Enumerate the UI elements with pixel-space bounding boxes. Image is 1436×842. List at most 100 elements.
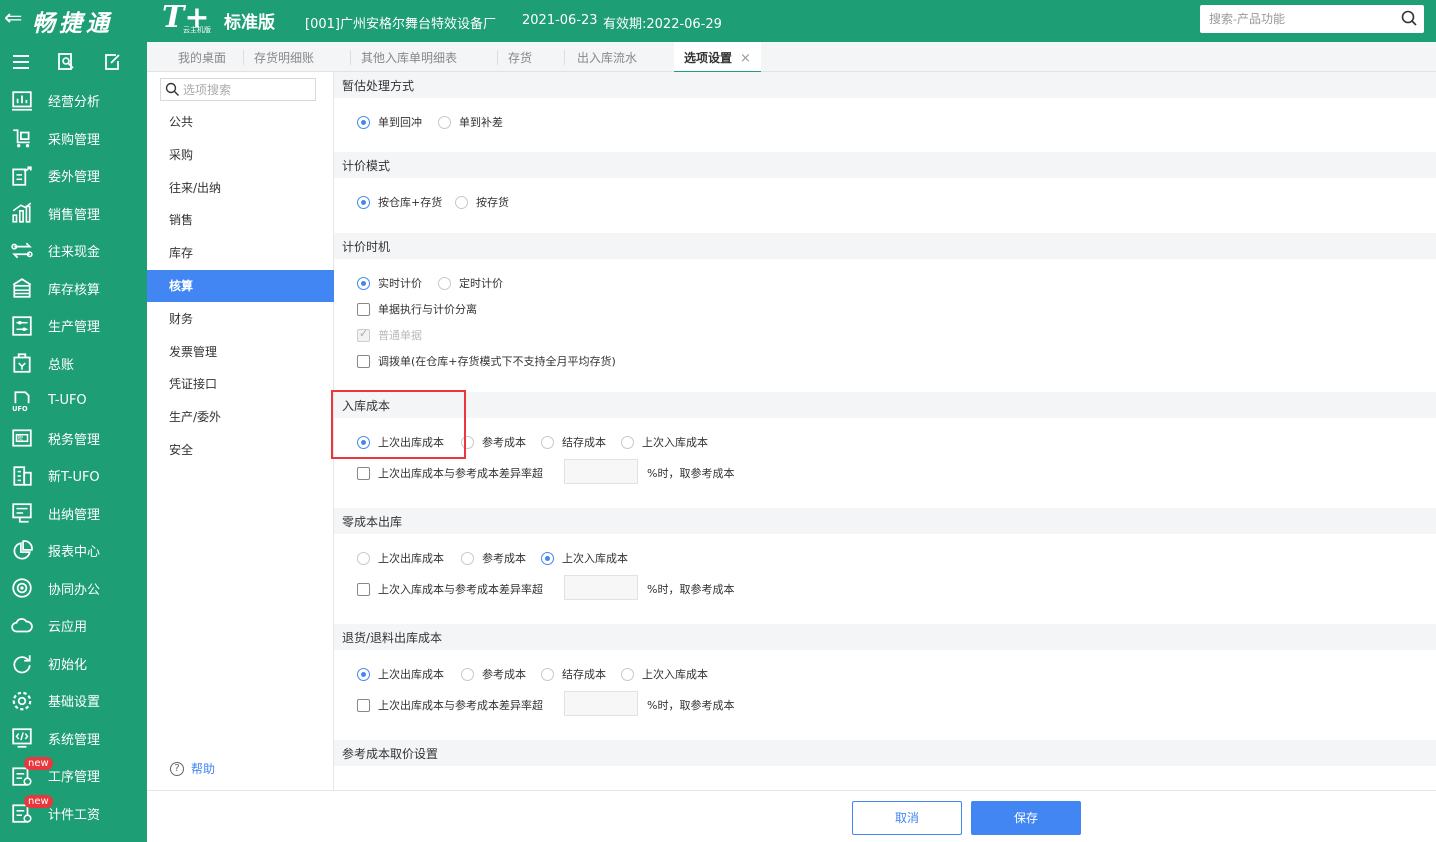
checkbox-return-diff[interactable]: 上次出库成本与参考成本差异率超 <box>357 697 543 713</box>
options-nav-item[interactable]: 公共 <box>147 106 334 138</box>
zero-diff-rate-input[interactable] <box>564 575 638 600</box>
product-search-input[interactable] <box>1200 5 1390 33</box>
radio-indicator <box>357 276 370 290</box>
sidebar-item[interactable]: 计件工资 new <box>0 794 147 833</box>
options-nav-item[interactable]: 财务 <box>147 303 334 335</box>
edit-doc-icon[interactable] <box>103 53 121 71</box>
sidebar-item[interactable]: 生产管理 <box>0 307 147 345</box>
sidebar-item[interactable]: 采购管理 <box>0 120 147 158</box>
sidebar-item[interactable]: 新T-UFO <box>0 457 147 495</box>
sidebar-item[interactable]: 经营分析 <box>0 82 147 120</box>
radio-time-scheduled[interactable]: 定时计价 <box>438 275 503 291</box>
radio-inbound-last-in[interactable]: 上次入库成本 <box>621 434 708 450</box>
inbound-diff-rate-input[interactable] <box>564 459 638 484</box>
sidebar-item[interactable]: 库存核算 <box>0 270 147 308</box>
menu-icon[interactable] <box>12 54 30 70</box>
sidebar-item[interactable]: 初始化 <box>0 645 147 683</box>
help-link[interactable]: ? 帮助 <box>170 760 215 777</box>
radio-estimate-diff[interactable]: 单到补差 <box>438 114 503 130</box>
sidebar-item[interactable]: UFO T-UFO <box>0 382 147 420</box>
save-button[interactable]: 保存 <box>971 801 1081 835</box>
return-diff-rate-input[interactable] <box>564 691 638 716</box>
radio-return-last-in[interactable]: 上次入库成本 <box>621 666 708 682</box>
edition-label: 标准版 <box>224 13 275 33</box>
option-search-input[interactable] <box>183 81 308 99</box>
search-doc-icon[interactable] <box>57 53 75 71</box>
tab-other-inbound[interactable]: 其他入库单明细表 <box>361 42 457 72</box>
radio-indicator <box>461 667 474 681</box>
radio-zero-last-out[interactable]: 上次出库成本 <box>357 550 444 566</box>
radio-label: 上次出库成本 <box>378 668 444 681</box>
sidebar-item[interactable]: 出纳管理 <box>0 495 147 533</box>
tab-desktop[interactable]: 我的桌面 <box>178 42 226 72</box>
sidebar-item-label: 计件工资 <box>48 807 101 823</box>
sidebar-item[interactable]: 税 税务管理 <box>0 420 147 458</box>
radio-inbound-last-out[interactable]: 上次出库成本 <box>357 434 444 450</box>
new-badge: new <box>24 757 53 770</box>
options-nav-item[interactable]: 安全 <box>147 434 334 466</box>
sidebar-item[interactable]: 云应用 <box>0 607 147 645</box>
radio-zero-last-in[interactable]: 上次入库成本 <box>541 550 628 566</box>
tab-separator <box>350 50 351 65</box>
radio-label: 结存成本 <box>562 668 606 681</box>
radio-label: 上次出库成本 <box>378 552 444 565</box>
close-icon[interactable]: × <box>740 51 751 66</box>
tab-separator <box>564 50 565 65</box>
options-nav-item[interactable]: 核算 <box>147 270 334 302</box>
checkbox-inbound-diff[interactable]: 上次出库成本与参考成本差异率超 <box>357 465 543 481</box>
radio-inbound-reference[interactable]: 参考成本 <box>461 434 526 450</box>
radio-label: 参考成本 <box>482 552 526 565</box>
radio-indicator <box>541 435 554 449</box>
search-icon[interactable] <box>1400 9 1418 27</box>
sidebar-item[interactable]: 报表中心 <box>0 532 147 570</box>
sidebar-tools <box>0 42 147 82</box>
sidebar-item[interactable]: 工序管理 new <box>0 757 147 795</box>
options-nav-item[interactable]: 采购 <box>147 139 334 171</box>
checkbox-transfer-order[interactable]: 调拨单(在仓库+存货模式下不支持全月平均存货) <box>357 353 616 369</box>
options-nav-item[interactable]: 生产/委外 <box>147 401 334 433</box>
sidebar-item[interactable]: 总账 <box>0 345 147 383</box>
building-icon <box>11 465 33 487</box>
options-nav-item[interactable]: 凭证接口 <box>147 368 334 400</box>
radio-return-reference[interactable]: 参考成本 <box>461 666 526 682</box>
tab-option-settings[interactable]: 选项设置 × <box>674 42 761 73</box>
radio-return-last-out[interactable]: 上次出库成本 <box>357 666 444 682</box>
cart-icon <box>11 127 33 149</box>
radio-indicator <box>438 115 451 129</box>
back-arrow-icon[interactable]: ⇐ <box>4 6 22 32</box>
sidebar-item[interactable]: 委外管理 <box>0 157 147 195</box>
checkbox-separate-execution[interactable]: 单据执行与计价分离 <box>357 301 477 317</box>
checkbox-label: 调拨单(在仓库+存货模式下不支持全月平均存货) <box>378 355 616 368</box>
cancel-button[interactable]: 取消 <box>852 801 962 835</box>
sidebar-item[interactable]: 销售管理 <box>0 195 147 233</box>
sidebar-item-label: 往来现金 <box>48 245 101 261</box>
tab-io-flow[interactable]: 出入库流水 <box>577 42 637 72</box>
radio-return-balance[interactable]: 结存成本 <box>541 666 606 682</box>
option-search <box>160 78 316 101</box>
sidebar-item[interactable]: 往来现金 <box>0 232 147 270</box>
company-name[interactable]: [001]广州安格尔舞台特效设备厂 <box>305 13 496 32</box>
radio-indicator <box>541 551 554 565</box>
sidebar-item[interactable]: 基础设置 <box>0 682 147 720</box>
options-nav-item[interactable]: 销售 <box>147 204 334 236</box>
sidebar-item[interactable]: 协同办公 <box>0 570 147 608</box>
tab-inventory[interactable]: 存货 <box>508 42 532 72</box>
checkbox-indicator <box>357 698 370 712</box>
tab-inventory-ledger[interactable]: 存货明细账 <box>254 42 314 72</box>
radio-inbound-balance[interactable]: 结存成本 <box>541 434 606 450</box>
radio-label: 按仓库+存货 <box>378 196 443 209</box>
radio-zero-reference[interactable]: 参考成本 <box>461 550 526 566</box>
checkbox-zero-diff[interactable]: 上次入库成本与参考成本差异率超 <box>357 581 543 597</box>
section-zero-cost-title: 零成本出库 <box>334 508 1436 534</box>
radio-time-realtime[interactable]: 实时计价 <box>357 275 422 291</box>
sidebar-item-label: 出纳管理 <box>48 507 101 523</box>
radio-mode-inventory[interactable]: 按存货 <box>455 194 509 210</box>
options-nav-item[interactable]: 库存 <box>147 237 334 269</box>
checkbox-label: 普通单据 <box>378 329 422 342</box>
radio-label: 结存成本 <box>562 436 606 449</box>
options-nav-item[interactable]: 发票管理 <box>147 336 334 368</box>
sidebar-item[interactable]: 系统管理 <box>0 720 147 758</box>
radio-mode-warehouse-inventory[interactable]: 按仓库+存货 <box>357 194 442 210</box>
radio-estimate-rollback[interactable]: 单到回冲 <box>357 114 422 130</box>
options-nav-item[interactable]: 往来/出纳 <box>147 172 334 204</box>
